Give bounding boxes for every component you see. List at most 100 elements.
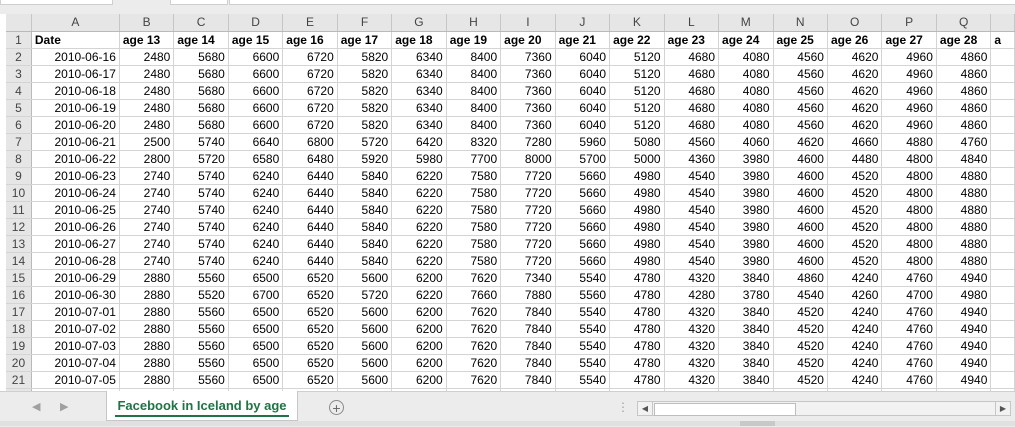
header-cell-age[interactable]: age 24 — [718, 31, 774, 49]
sheet-tab-facebook-iceland[interactable]: Facebook in Iceland by age — [106, 391, 298, 421]
value-cell[interactable]: 8400 — [446, 48, 502, 66]
value-cell[interactable]: 6440 — [282, 167, 338, 185]
value-cell[interactable]: 7840 — [500, 303, 556, 321]
value-cell[interactable]: 6200 — [391, 303, 447, 321]
value-cell[interactable]: 4540 — [773, 286, 828, 304]
value-cell[interactable]: 4760 — [881, 337, 937, 355]
value-cell[interactable]: 5600 — [337, 269, 393, 287]
value-cell[interactable]: 6480 — [282, 150, 338, 168]
value-cell[interactable]: 4780 — [609, 269, 665, 287]
value-cell[interactable]: 4880 — [881, 133, 937, 151]
date-cell[interactable]: 2010-06-16 — [31, 48, 120, 66]
value-cell[interactable]: 5680 — [173, 116, 229, 134]
row-header[interactable]: 1 — [6, 31, 32, 49]
value-cell[interactable]: 6500 — [228, 303, 284, 321]
value-cell[interactable]: 2740 — [119, 218, 175, 236]
value-cell[interactable]: 4760 — [881, 371, 937, 389]
value-cell[interactable]: 4600 — [773, 235, 828, 253]
value-cell[interactable]: 5560 — [555, 286, 611, 304]
value-cell[interactable]: 8400 — [446, 65, 502, 83]
value-cell[interactable]: 4680 — [664, 65, 720, 83]
row-header[interactable]: 16 — [6, 286, 32, 304]
value-cell[interactable]: 8400 — [446, 82, 502, 100]
date-cell[interactable]: 2010-06-25 — [31, 201, 120, 219]
value-cell[interactable]: 4540 — [664, 184, 720, 202]
empty-cell[interactable] — [990, 116, 1015, 134]
value-cell[interactable]: 4080 — [718, 65, 774, 83]
value-cell[interactable]: 5540 — [555, 320, 611, 338]
value-cell[interactable]: 4760 — [936, 133, 992, 151]
value-cell[interactable]: 6220 — [391, 184, 447, 202]
value-cell[interactable]: 7580 — [446, 167, 502, 185]
value-cell[interactable]: 4540 — [664, 167, 720, 185]
value-cell[interactable]: 4280 — [664, 286, 720, 304]
value-cell[interactable]: 4780 — [609, 354, 665, 372]
value-cell[interactable]: 6240 — [228, 218, 284, 236]
scroll-right-icon[interactable]: ▶ — [995, 402, 1010, 415]
empty-cell[interactable] — [990, 235, 1015, 253]
value-cell[interactable]: 4620 — [827, 65, 883, 83]
value-cell[interactable]: 6220 — [391, 218, 447, 236]
value-cell[interactable]: 8400 — [446, 99, 502, 117]
value-cell[interactable]: 5840 — [337, 218, 393, 236]
value-cell[interactable]: 6200 — [391, 337, 447, 355]
empty-cell[interactable] — [990, 371, 1015, 389]
value-cell[interactable]: 6220 — [391, 286, 447, 304]
value-cell[interactable]: 5660 — [555, 252, 611, 270]
value-cell[interactable]: 7620 — [446, 337, 502, 355]
value-cell[interactable]: 5840 — [337, 167, 393, 185]
header-cell-age[interactable]: age 13 — [119, 31, 175, 49]
value-cell[interactable]: 6200 — [391, 269, 447, 287]
row-header[interactable]: 12 — [6, 218, 32, 236]
value-cell[interactable]: 4780 — [609, 337, 665, 355]
value-cell[interactable]: 5520 — [173, 286, 229, 304]
value-cell[interactable]: 5560 — [173, 320, 229, 338]
value-cell[interactable]: 6440 — [282, 184, 338, 202]
value-cell[interactable]: 5660 — [555, 235, 611, 253]
value-cell[interactable]: 5120 — [609, 48, 665, 66]
value-cell[interactable]: 4600 — [773, 201, 828, 219]
row-header[interactable]: 5 — [6, 99, 32, 117]
header-cell-age[interactable]: age 17 — [337, 31, 393, 49]
value-cell[interactable]: 5820 — [337, 116, 393, 134]
value-cell[interactable]: 2740 — [119, 252, 175, 270]
value-cell[interactable]: 6240 — [228, 235, 284, 253]
header-cell-age[interactable]: age 18 — [391, 31, 447, 49]
value-cell[interactable]: 5600 — [337, 303, 393, 321]
value-cell[interactable]: 4880 — [936, 235, 992, 253]
row-header[interactable]: 7 — [6, 133, 32, 151]
value-cell[interactable]: 7720 — [500, 184, 556, 202]
value-cell[interactable]: 4240 — [827, 303, 883, 321]
value-cell[interactable]: 4600 — [773, 252, 828, 270]
value-cell[interactable]: 4520 — [773, 320, 828, 338]
value-cell[interactable]: 5560 — [173, 269, 229, 287]
value-cell[interactable]: 6340 — [391, 48, 447, 66]
value-cell[interactable]: 4960 — [881, 99, 937, 117]
value-cell[interactable]: 4980 — [609, 252, 665, 270]
empty-cell[interactable] — [990, 201, 1015, 219]
value-cell[interactable]: 7720 — [500, 201, 556, 219]
value-cell[interactable]: 5980 — [391, 150, 447, 168]
value-cell[interactable]: 4800 — [881, 218, 937, 236]
scrollbar-thumb[interactable] — [654, 403, 796, 416]
value-cell[interactable]: 4960 — [881, 82, 937, 100]
value-cell[interactable]: 2880 — [119, 286, 175, 304]
value-cell[interactable]: 5600 — [337, 354, 393, 372]
empty-cell[interactable] — [990, 354, 1015, 372]
value-cell[interactable]: 6720 — [282, 82, 338, 100]
value-cell[interactable]: 6800 — [282, 133, 338, 151]
header-cell-age[interactable]: age 15 — [228, 31, 284, 49]
value-cell[interactable]: 6520 — [282, 286, 338, 304]
value-cell[interactable]: 5740 — [173, 218, 229, 236]
split-handle[interactable]: ⋮ — [617, 400, 629, 414]
value-cell[interactable]: 7660 — [446, 286, 502, 304]
value-cell[interactable]: 3980 — [718, 201, 774, 219]
value-cell[interactable]: 4320 — [664, 337, 720, 355]
value-cell[interactable]: 5600 — [337, 320, 393, 338]
value-cell[interactable]: 4980 — [609, 184, 665, 202]
value-cell[interactable]: 4800 — [881, 167, 937, 185]
empty-cell[interactable] — [990, 218, 1015, 236]
chevron-right-icon[interactable]: ▶ — [60, 400, 68, 413]
value-cell[interactable]: 5840 — [337, 235, 393, 253]
value-cell[interactable]: 7580 — [446, 184, 502, 202]
